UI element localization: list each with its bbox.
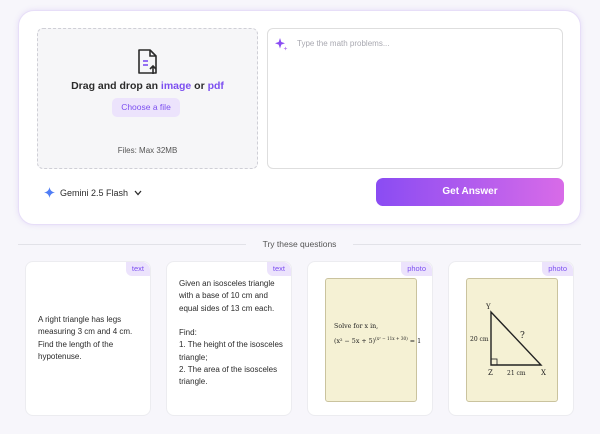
model-name: Gemini 2.5 Flash — [60, 187, 129, 198]
question-type-badge: text — [266, 262, 291, 276]
side-length-label: 20 cm — [470, 336, 489, 343]
vertex-z-label: Z — [488, 369, 493, 377]
equation-prompt: Solve for x in, — [334, 323, 379, 330]
vertex-y-label: Y — [485, 303, 491, 311]
sample-question-card[interactable]: text A right triangle has legs measuring… — [25, 261, 151, 416]
sample-question-card[interactable]: photo Y Z X 20 cm 21 cm ? — [448, 261, 574, 416]
file-dropzone[interactable]: Drag and drop an image or pdf Choose a f… — [37, 28, 258, 169]
question-input-card: Drag and drop an image or pdf Choose a f… — [18, 10, 581, 225]
choose-file-button[interactable]: Choose a file — [112, 98, 180, 117]
base-length-label: 21 cm — [507, 370, 526, 377]
triangle-photo: Y Z X 20 cm 21 cm ? — [466, 278, 558, 402]
unknown-side-label: ? — [520, 331, 525, 341]
sparkle-icon — [275, 38, 288, 51]
pdf-link[interactable]: pdf — [208, 80, 224, 92]
drop-instructions: Drag and drop an image or pdf — [71, 80, 224, 92]
question-type-badge: text — [125, 262, 150, 276]
triangle-diagram: Y Z X 20 cm 21 cm ? — [470, 303, 546, 377]
question-type-badge: photo — [542, 262, 573, 276]
question-text: Given an isosceles triangle with a base … — [179, 279, 283, 387]
image-link[interactable]: image — [161, 80, 191, 92]
equation: (x² − 5x + 5)(x² − 11x + 30) = 1 — [334, 336, 422, 346]
question-type-badge: photo — [401, 262, 432, 276]
chevron-down-icon — [134, 190, 142, 195]
sample-question-card[interactable]: text Given an isosceles triangle with a … — [166, 261, 292, 416]
get-answer-button[interactable]: Get Answer — [376, 178, 564, 206]
vertex-x-label: X — [541, 369, 546, 377]
file-upload-icon — [138, 49, 157, 74]
sample-question-card[interactable]: photo Solve for x in, (x² − 5x + 5)(x² −… — [307, 261, 433, 416]
model-selector[interactable]: Gemini 2.5 Flash — [44, 187, 142, 198]
question-text: A right triangle has legs measuring 3 cm… — [38, 315, 133, 361]
equation-photo: Solve for x in, (x² − 5x + 5)(x² − 11x +… — [325, 278, 421, 402]
try-questions-label: Try these questions — [262, 239, 337, 249]
input-placeholder: Type the math problems... — [297, 39, 390, 48]
gemini-icon — [44, 187, 55, 198]
try-questions-divider: Try these questions — [18, 238, 581, 250]
file-size-limit: Files: Max 32MB — [117, 146, 178, 155]
math-problem-input[interactable]: Type the math problems... — [267, 28, 563, 169]
